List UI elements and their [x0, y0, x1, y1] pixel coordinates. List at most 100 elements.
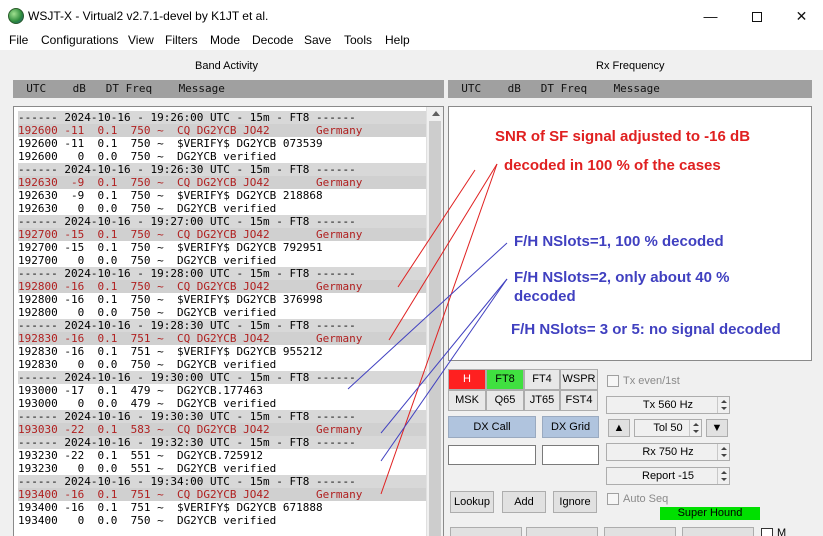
auto-seq-checkbox[interactable] [607, 493, 619, 505]
spin-up-icon [693, 423, 699, 426]
tol-value: Tol 50 [653, 422, 683, 434]
decode-line[interactable]: 192630 0 0.0 750 ~ DG2YCB verified [18, 202, 426, 215]
menu-file[interactable]: File [9, 33, 28, 47]
decode-line[interactable]: 192700 -15 0.1 750 ~ $VERIFY$ DG2YCB 792… [18, 241, 426, 254]
decode-line[interactable]: 192600 0 0.0 750 ~ DG2YCB verified [18, 150, 426, 163]
menu-bar: File Configurations View Filters Mode De… [0, 32, 823, 50]
decode-period-separator[interactable]: ------ 2024-10-16 - 19:32:30 UTC - 15m -… [18, 436, 426, 449]
tol-spinbox[interactable]: Tol 50 [634, 419, 702, 437]
report-spinbox[interactable]: Report -15 [606, 467, 730, 485]
decode-period-separator[interactable]: ------ 2024-10-16 - 19:28:30 UTC - 15m -… [18, 319, 426, 332]
menu-help[interactable]: Help [385, 33, 410, 47]
cq-decode-line[interactable]: 192700 -15 0.1 750 ~ CQ DG2YCB JO42 Germ… [18, 228, 426, 241]
decode-line[interactable]: 192600 -11 0.1 750 ~ $VERIFY$ DG2YCB 073… [18, 137, 426, 150]
menu-configurations[interactable]: Configurations [41, 33, 118, 47]
band-activity-scrollbar[interactable] [426, 107, 443, 536]
window-title: WSJT-X - Virtual2 v2.7.1-devel by K1JT e… [28, 9, 269, 23]
decode-period-separator[interactable]: ------ 2024-10-16 - 19:28:00 UTC - 15m -… [18, 267, 426, 280]
decode-line[interactable]: 192830 -16 0.1 751 ~ $VERIFY$ DG2YCB 955… [18, 345, 426, 358]
cq-decode-line[interactable]: 192630 -9 0.1 750 ~ CQ DG2YCB JO42 Germa… [18, 176, 426, 189]
mode-ft4-button[interactable]: FT4 [524, 369, 560, 390]
dx-grid-input[interactable] [542, 445, 599, 465]
report-arrows[interactable] [717, 468, 729, 484]
m-checkbox[interactable] [761, 528, 773, 536]
mode-msk-button[interactable]: MSK [448, 390, 486, 411]
tx-even-checkbox[interactable] [607, 375, 619, 387]
spin-down-icon [693, 430, 699, 433]
cq-decode-line[interactable]: 193400 -16 0.1 751 ~ CQ DG2YCB JO42 Germ… [18, 488, 426, 501]
decode-period-separator[interactable]: ------ 2024-10-16 - 19:30:00 UTC - 15m -… [18, 371, 426, 384]
maximize-button[interactable] [734, 0, 779, 32]
ignore-button[interactable]: Ignore [553, 491, 597, 513]
cq-decode-line[interactable]: 193030 -22 0.1 583 ~ CQ DG2YCB JO42 Germ… [18, 423, 426, 436]
spin-up-icon [721, 400, 727, 403]
band-activity-log: ------ 2024-10-16 - 19:26:00 UTC - 15m -… [18, 111, 426, 527]
menu-save[interactable]: Save [304, 33, 331, 47]
spin-up-icon [721, 471, 727, 474]
minimize-button[interactable]: — [688, 0, 733, 32]
band-activity-panel[interactable]: ------ 2024-10-16 - 19:26:00 UTC - 15m -… [13, 106, 444, 536]
spin-down-icon [721, 478, 727, 481]
add-button[interactable]: Add [502, 491, 546, 513]
decode-line[interactable]: 193000 0 0.0 479 ~ DG2YCB verified [18, 397, 426, 410]
auto-seq-label: Auto Seq [623, 493, 669, 505]
decode-line[interactable]: 192630 -9 0.1 750 ~ $VERIFY$ DG2YCB 2188… [18, 189, 426, 202]
tx-frequency-arrows[interactable] [717, 397, 729, 413]
menu-decode[interactable]: Decode [252, 33, 293, 47]
scrollbar-thumb[interactable] [429, 121, 441, 536]
rx-frequency-spinbox[interactable]: Rx 750 Hz [606, 443, 730, 461]
dx-call-input[interactable] [448, 445, 536, 465]
spin-down-icon [721, 454, 727, 457]
wsjtx-logo-icon [8, 8, 24, 24]
mode-wspr-button[interactable]: WSPR [560, 369, 598, 390]
set-tx-up-button[interactable]: ▲ [608, 419, 630, 437]
rx-frequency-value: Rx 750 Hz [642, 446, 694, 458]
note-nslots-2b: decoded [514, 288, 576, 305]
mode-h-button[interactable]: H [448, 369, 486, 390]
bottom-button-4[interactable] [682, 527, 754, 536]
note-snr: SNR of SF signal adjusted to -16 dB [495, 128, 751, 145]
decode-line[interactable]: 192700 0 0.0 750 ~ DG2YCB verified [18, 254, 426, 267]
spin-up-icon [721, 447, 727, 450]
decode-line[interactable]: 193000 -17 0.1 479 ~ DG2YCB.177463 [18, 384, 426, 397]
band-activity-label: Band Activity [195, 60, 258, 72]
menu-mode[interactable]: Mode [210, 33, 240, 47]
mode-q65-button[interactable]: Q65 [486, 390, 524, 411]
cq-decode-line[interactable]: 192600 -11 0.1 750 ~ CQ DG2YCB JO42 Germ… [18, 124, 426, 137]
cq-decode-line[interactable]: 192800 -16 0.1 750 ~ CQ DG2YCB JO42 Germ… [18, 280, 426, 293]
note-nslots-1: F/H NSlots=1, 100 % decoded [514, 233, 724, 250]
menu-view[interactable]: View [128, 33, 154, 47]
rx-frequency-arrows[interactable] [717, 444, 729, 460]
mode-fst4-button[interactable]: FST4 [560, 390, 598, 411]
scroll-up-arrow-icon[interactable] [432, 111, 440, 116]
menu-tools[interactable]: Tools [344, 33, 372, 47]
decode-period-separator[interactable]: ------ 2024-10-16 - 19:30:30 UTC - 15m -… [18, 410, 426, 423]
set-rx-down-button[interactable]: ▼ [706, 419, 728, 437]
bottom-button-2[interactable] [526, 527, 598, 536]
lookup-button[interactable]: Lookup [450, 491, 494, 513]
bottom-button-3[interactable] [604, 527, 676, 536]
tx-frequency-spinbox[interactable]: Tx 560 Hz [606, 396, 730, 414]
decode-period-separator[interactable]: ------ 2024-10-16 - 19:27:00 UTC - 15m -… [18, 215, 426, 228]
mode-ft8-button[interactable]: FT8 [486, 369, 524, 390]
bottom-button-1[interactable] [450, 527, 522, 536]
tx-frequency-value: Tx 560 Hz [642, 399, 694, 411]
decode-line[interactable]: 192800 0 0.0 750 ~ DG2YCB verified [18, 306, 426, 319]
decode-period-separator[interactable]: ------ 2024-10-16 - 19:26:00 UTC - 15m -… [18, 111, 426, 124]
decode-line[interactable]: 193400 -16 0.1 751 ~ $VERIFY$ DG2YCB 671… [18, 501, 426, 514]
decode-line[interactable]: 192800 -16 0.1 750 ~ $VERIFY$ DG2YCB 376… [18, 293, 426, 306]
cq-decode-line[interactable]: 192830 -16 0.1 751 ~ CQ DG2YCB JO42 Germ… [18, 332, 426, 345]
decode-line[interactable]: 193230 0 0.0 551 ~ DG2YCB verified [18, 462, 426, 475]
dx-grid-button[interactable]: DX Grid [542, 416, 599, 438]
dx-call-button[interactable]: DX Call [448, 416, 536, 438]
menu-filters[interactable]: Filters [165, 33, 198, 47]
decode-period-separator[interactable]: ------ 2024-10-16 - 19:34:00 UTC - 15m -… [18, 475, 426, 488]
decode-period-separator[interactable]: ------ 2024-10-16 - 19:26:30 UTC - 15m -… [18, 163, 426, 176]
tol-arrows[interactable] [689, 420, 701, 436]
rx-frequency-header: UTC dB DT Freq Message [448, 80, 812, 98]
decode-line[interactable]: 193400 0 0.0 750 ~ DG2YCB verified [18, 514, 426, 527]
close-button[interactable]: ✕ [779, 0, 823, 32]
mode-jt65-button[interactable]: JT65 [524, 390, 560, 411]
decode-line[interactable]: 193230 -22 0.1 551 ~ DG2YCB.725912 [18, 449, 426, 462]
decode-line[interactable]: 192830 0 0.0 750 ~ DG2YCB verified [18, 358, 426, 371]
